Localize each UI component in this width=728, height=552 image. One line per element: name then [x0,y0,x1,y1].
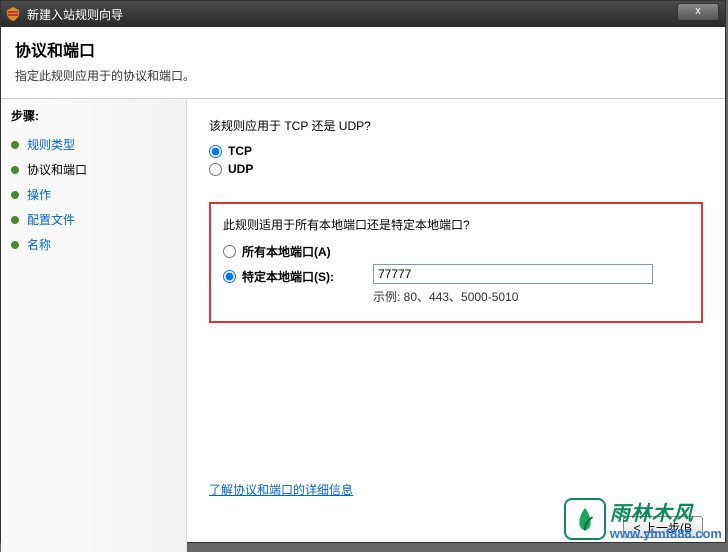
port-input[interactable] [373,264,653,284]
wizard-footer: < 上一步(B [623,516,703,538]
step-rule-type[interactable]: 规则类型 [11,132,176,157]
back-button[interactable]: < 上一步(B [623,516,703,538]
radio-udp-row: UDP [209,162,703,176]
protocol-question: 该规则应用于 TCP 还是 UDP? [209,117,703,134]
page-subtitle: 指定此规则应用于的协议和端口。 [15,67,711,84]
radio-all-ports-row: 所有本地端口(A) [223,243,689,260]
radio-tcp-row: TCP [209,144,703,158]
step-label: 配置文件 [27,211,75,228]
firewall-icon [5,6,21,22]
window-title: 新建入站规则向导 [27,6,123,23]
radio-all-ports[interactable] [223,245,236,258]
port-example: 示例: 80、443、5000-5010 [373,288,689,305]
specific-ports-row: 特定本地端口(S): 示例: 80、443、5000-5010 [223,264,689,305]
all-ports-label: 所有本地端口(A) [242,243,331,260]
step-protocol-port[interactable]: 协议和端口 [11,157,176,182]
step-label: 操作 [27,186,51,203]
step-label: 名称 [27,236,51,253]
step-profile[interactable]: 配置文件 [11,207,176,232]
port-highlight-box: 此规则适用于所有本地端口还是特定本地端口? 所有本地端口(A) 特定本地端口(S… [209,202,703,323]
close-button[interactable]: x [677,3,719,21]
radio-udp[interactable] [209,163,222,176]
port-question: 此规则适用于所有本地端口还是特定本地端口? [223,216,689,233]
wizard-content: 该规则应用于 TCP 还是 UDP? TCP UDP 此规则适用于所有本地端口还… [187,99,725,552]
page-title: 协议和端口 [15,37,711,61]
wizard-window: 新建入站规则向导 x 协议和端口 指定此规则应用于的协议和端口。 步骤: 规则类… [0,0,726,543]
step-label: 规则类型 [27,136,75,153]
bullet-icon [11,166,19,174]
steps-sidebar: 步骤: 规则类型 协议和端口 操作 配置文件 名称 [1,99,187,552]
bullet-icon [11,216,19,224]
bullet-icon [11,141,19,149]
bullet-icon [11,191,19,199]
specific-ports-label: 特定本地端口(S): [242,268,334,285]
learn-more-link[interactable]: 了解协议和端口的详细信息 [209,481,353,498]
step-label: 协议和端口 [27,161,87,178]
step-name[interactable]: 名称 [11,232,176,257]
bullet-icon [11,241,19,249]
titlebar: 新建入站规则向导 x [1,1,725,27]
steps-heading: 步骤: [11,107,176,124]
wizard-body: 步骤: 规则类型 协议和端口 操作 配置文件 名称 该规 [1,99,725,552]
tcp-label: TCP [228,144,252,158]
radio-tcp[interactable] [209,145,222,158]
wizard-header: 协议和端口 指定此规则应用于的协议和端口。 [1,27,725,99]
step-action[interactable]: 操作 [11,182,176,207]
udp-label: UDP [228,162,253,176]
radio-specific-ports[interactable] [223,270,236,283]
